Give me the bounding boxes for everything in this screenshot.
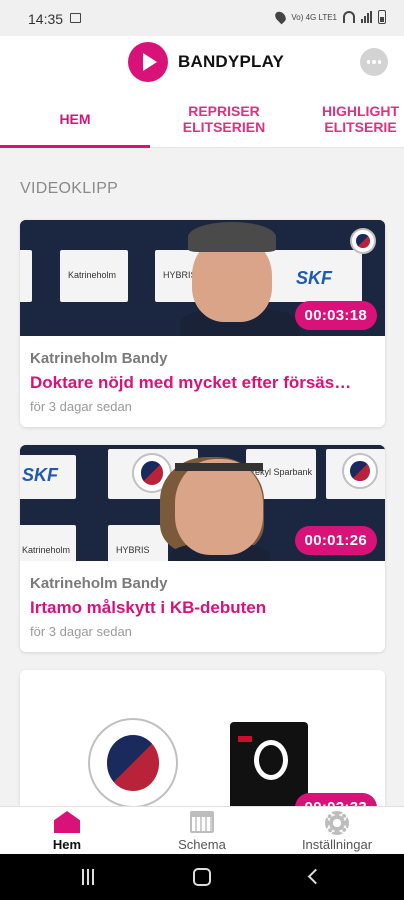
sponsor-skf-text: SKF xyxy=(296,268,332,288)
battery-icon xyxy=(378,10,386,24)
video-meta: Katrineholm Bandy Doktare nöjd med mycke… xyxy=(20,336,385,414)
network-text: Vo) 4G LTE1 xyxy=(291,12,337,22)
bandyplay-logo-icon xyxy=(128,42,168,82)
video-title[interactable]: Irtamo målskytt i KB-debuten xyxy=(30,598,375,618)
nav-label: Schema xyxy=(178,837,226,852)
video-card[interactable]: SKF rekyl Sparbank Katrineholm HYBRIS 00… xyxy=(20,445,385,652)
dot-icon xyxy=(366,60,371,64)
club-crest-icon xyxy=(342,453,378,489)
home-icon xyxy=(54,811,80,833)
more-options-button[interactable] xyxy=(360,48,388,76)
video-club: Katrineholm Bandy xyxy=(30,350,168,367)
gallery-notification-icon xyxy=(70,13,81,23)
video-age: för 3 dagar sedan xyxy=(30,399,132,414)
video-thumbnail[interactable]: 00:02:33 xyxy=(20,670,385,810)
nav-item-hem[interactable]: Hem xyxy=(0,807,134,855)
dot-icon xyxy=(372,60,376,64)
tab-label: HIGHLIGHT ELITSERIE xyxy=(322,103,399,135)
video-club: Katrineholm Bandy xyxy=(30,575,168,592)
sponsor-text: Katrineholm xyxy=(22,545,71,555)
nav-label: Inställningar xyxy=(301,837,373,852)
sponsor-panel xyxy=(20,250,32,302)
tab-hem[interactable]: HEM xyxy=(0,90,150,148)
top-tabs: HEM REPRISER ELITSERIEN HIGHLIGHT ELITSE… xyxy=(0,90,404,148)
duration-badge: 00:03:18 xyxy=(294,301,377,330)
tab-highlight-elitserien[interactable]: HIGHLIGHT ELITSERIE xyxy=(300,90,404,148)
tab-label: REPRISER ELITSERIEN xyxy=(182,103,266,135)
active-tab-indicator xyxy=(0,145,150,148)
duration-badge: 00:01:26 xyxy=(294,526,377,555)
video-meta: Katrineholm Bandy Irtamo målskytt i KB-d… xyxy=(20,561,385,639)
brand-name: BANDYPLAY xyxy=(178,52,285,71)
sponsor-panel xyxy=(108,525,168,561)
status-bar: 14:35 Vo) 4G LTE1 xyxy=(0,0,404,36)
video-card[interactable]: 00:02:33 xyxy=(20,670,385,810)
sponsor-text: HYBRIS xyxy=(116,545,150,555)
sponsor-skf-text: SKF xyxy=(22,465,58,485)
video-thumbnail[interactable]: SKF rekyl Sparbank Katrineholm HYBRIS 00… xyxy=(20,445,385,561)
status-time: 14:35 xyxy=(28,11,64,27)
location-icon xyxy=(273,9,289,25)
gear-icon xyxy=(325,811,349,835)
club-crest-icon xyxy=(350,228,376,254)
b-logo-icon xyxy=(254,740,288,780)
bottom-navigation: Hem Schema Inställningar xyxy=(0,806,404,854)
player-headband xyxy=(175,463,263,471)
video-age: för 3 dagar sedan xyxy=(30,624,132,639)
tab-repriser-elitserien[interactable]: REPRISER ELITSERIEN xyxy=(150,90,298,148)
video-card[interactable]: Katrineholm HYBRIS SKF 00:03:18 Katrineh… xyxy=(20,220,385,427)
signal-icon xyxy=(361,11,372,23)
player-face xyxy=(175,459,263,555)
nav-label: Hem xyxy=(52,837,82,852)
player-cap xyxy=(188,222,276,252)
section-title: VIDEOKLIPP xyxy=(20,180,119,197)
calendar-icon xyxy=(190,811,214,833)
video-thumbnail[interactable]: Katrineholm HYBRIS SKF 00:03:18 xyxy=(20,220,385,336)
wifi-icon xyxy=(343,11,355,23)
logo-accent xyxy=(238,736,252,742)
app-header: BANDYPLAY xyxy=(0,36,404,90)
system-navigation-bar xyxy=(0,854,404,900)
sponsor-panel xyxy=(20,525,76,561)
home-button-icon[interactable] xyxy=(193,868,211,886)
recent-apps-icon[interactable] xyxy=(82,869,98,885)
back-icon[interactable] xyxy=(307,868,324,885)
club-crest-icon xyxy=(88,718,178,808)
sponsor-text: Katrineholm xyxy=(68,270,117,280)
nav-item-schema[interactable]: Schema xyxy=(135,807,269,855)
dot-icon xyxy=(377,60,382,64)
nav-item-installningar[interactable]: Inställningar xyxy=(270,807,404,855)
video-title[interactable]: Doktare nöjd med mycket efter försäs… xyxy=(30,373,375,393)
status-icons: Vo) 4G LTE1 xyxy=(273,9,386,25)
partner-logo xyxy=(230,722,308,810)
